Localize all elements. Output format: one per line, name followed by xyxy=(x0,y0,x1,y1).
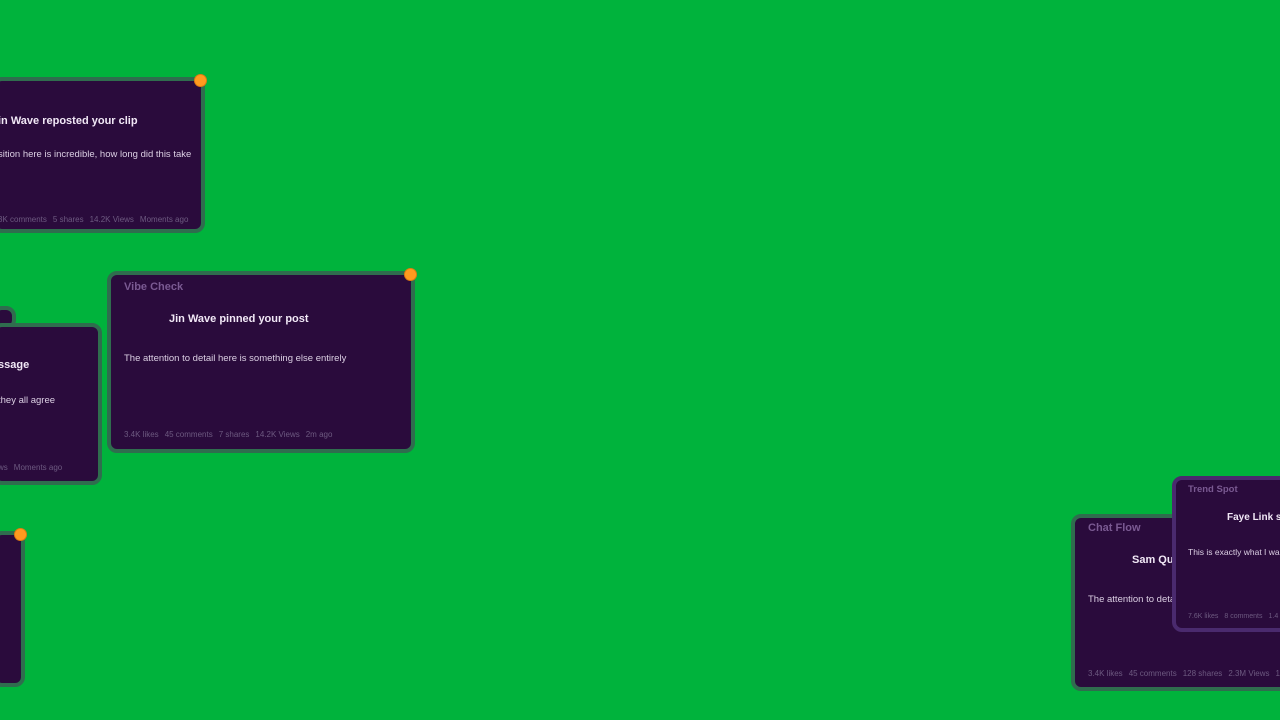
card-content: ssage they all agree ws Moments ago xyxy=(0,327,98,481)
card-brand: Vibe Check xyxy=(124,281,184,293)
card-meta: 3.4K likes 45 comments 128 shares 2.3M V… xyxy=(1088,669,1280,678)
meta-comments: 3K comments xyxy=(0,215,47,224)
meta-views: 2.3M Views xyxy=(1228,669,1270,678)
meta-comments: 45 comments xyxy=(1128,669,1177,678)
card-headline: Jin Wave pinned your post xyxy=(169,313,309,325)
notification-card[interactable] xyxy=(0,529,26,687)
meta-comments: 45 comments xyxy=(164,430,213,439)
card-body: The attention to detail here is somethin… xyxy=(124,353,347,364)
card-headline: Faye Link s xyxy=(1227,512,1280,523)
card-headline: in Wave reposted your clip xyxy=(0,115,138,127)
canvas: in Wave reposted your clip sition here i… xyxy=(0,0,1280,720)
card-content: Vibe Check Jin Wave pinned your post The… xyxy=(111,275,411,449)
card-body: This is exactly what I wa xyxy=(1188,547,1280,557)
notification-dot xyxy=(195,75,206,86)
meta-likes: 7.6K likes xyxy=(1188,613,1219,620)
notification-dot xyxy=(405,269,416,280)
card-headline: ssage xyxy=(0,359,30,371)
card-content: in Wave reposted your clip sition here i… xyxy=(0,81,201,229)
card-meta: 3.4K likes 45 comments 7 shares 14.2K Vi… xyxy=(124,430,332,439)
meta-likes: 3.4K likes xyxy=(124,430,159,439)
card-meta: 3K comments 5 shares 14.2K Views Moments… xyxy=(0,215,188,224)
notification-dot xyxy=(15,529,26,540)
meta-shares: 7 shares xyxy=(218,430,250,439)
notification-card-trend-spot[interactable]: Trend Spot Faye Link s This is exactly w… xyxy=(1172,476,1280,632)
card-headline: Sam Qu xyxy=(1132,554,1174,566)
meta-likes: 3.4K likes xyxy=(1088,669,1123,678)
meta-comments: 8 comments xyxy=(1224,613,1263,620)
card-content xyxy=(0,535,21,683)
meta-shares: 1.4 xyxy=(1268,613,1279,620)
card-meta: ws Moments ago xyxy=(0,463,62,472)
card-body: sition here is incredible, how long did … xyxy=(0,149,192,160)
notification-card-vibe-check[interactable]: Vibe Check Jin Wave pinned your post The… xyxy=(107,269,416,453)
card-body: they all agree xyxy=(0,395,56,406)
meta-time: 2m ago xyxy=(305,430,333,439)
notification-card[interactable]: in Wave reposted your clip sition here i… xyxy=(0,75,206,233)
card-body: The attention to deta xyxy=(1088,594,1176,605)
card-content: Trend Spot Faye Link s This is exactly w… xyxy=(1176,480,1280,628)
meta-views: ws xyxy=(0,463,8,472)
meta-views: 14.2K Views xyxy=(89,215,134,224)
meta-time: Moments ago xyxy=(139,215,189,224)
meta-views: 14.2K Views xyxy=(255,430,300,439)
card-brand: Chat Flow xyxy=(1088,522,1141,534)
notification-card[interactable]: ssage they all agree ws Moments ago xyxy=(0,323,102,485)
meta-time: Moments ago xyxy=(13,463,63,472)
meta-shares: 5 shares xyxy=(52,215,84,224)
card-brand: Trend Spot xyxy=(1188,484,1238,495)
meta-time: 1 xyxy=(1275,669,1280,678)
meta-shares: 128 shares xyxy=(1182,669,1223,678)
card-meta: 7.6K likes 8 comments 1.4 xyxy=(1188,613,1278,620)
